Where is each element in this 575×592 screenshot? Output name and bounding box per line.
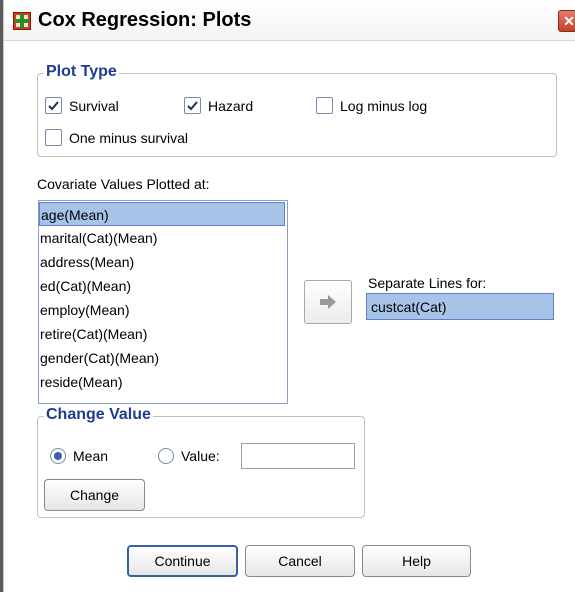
covariate-values-label: Covariate Values Plotted at: bbox=[37, 176, 210, 192]
change-button[interactable]: Change bbox=[44, 479, 145, 511]
log-minus-log-label: Log minus log bbox=[340, 97, 428, 114]
hazard-label: Hazard bbox=[208, 97, 254, 114]
checkmark-icon bbox=[187, 101, 198, 111]
list-item[interactable]: retire(Cat)(Mean) bbox=[39, 322, 285, 346]
help-button[interactable]: Help bbox=[362, 545, 471, 577]
mean-radio-circle[interactable] bbox=[50, 448, 66, 464]
value-radio-circle[interactable] bbox=[158, 448, 174, 464]
mean-radio[interactable]: Mean bbox=[50, 448, 108, 464]
one-minus-survival-label: One minus survival bbox=[69, 129, 189, 146]
change-value-title: Change Value bbox=[44, 406, 153, 424]
survival-label: Survival bbox=[69, 97, 119, 114]
separate-lines-field[interactable]: custcat(Cat) bbox=[366, 293, 554, 320]
list-item[interactable]: address(Mean) bbox=[39, 250, 285, 274]
list-item[interactable]: reside(Mean) bbox=[39, 370, 285, 394]
value-radio-label: Value: bbox=[181, 448, 220, 464]
close-button[interactable]: ✕ bbox=[558, 10, 575, 32]
radio-selected-dot bbox=[54, 452, 62, 460]
window-title: Cox Regression: Plots bbox=[38, 9, 252, 31]
plus-grid-icon bbox=[13, 12, 31, 30]
list-item[interactable]: marital(Cat)(Mean) bbox=[39, 226, 285, 250]
survival-checkbox[interactable]: Survival bbox=[45, 97, 119, 114]
log-minus-log-check-box[interactable] bbox=[316, 97, 333, 114]
hazard-check-box[interactable] bbox=[184, 97, 201, 114]
separate-lines-label: Separate Lines for: bbox=[368, 275, 487, 291]
value-input[interactable] bbox=[241, 443, 355, 469]
list-item[interactable]: ed(Cat)(Mean) bbox=[39, 274, 285, 298]
list-item[interactable]: gender(Cat)(Mean) bbox=[39, 346, 285, 370]
survival-check-box[interactable] bbox=[45, 97, 62, 114]
log-minus-log-checkbox[interactable]: Log minus log bbox=[316, 97, 427, 114]
one-minus-survival-check-box[interactable] bbox=[45, 129, 62, 146]
continue-button[interactable]: Continue bbox=[127, 545, 238, 577]
mean-radio-label: Mean bbox=[73, 448, 109, 464]
value-radio[interactable]: Value: bbox=[158, 448, 220, 464]
hazard-checkbox[interactable]: Hazard bbox=[184, 97, 253, 114]
window-left-border-inner bbox=[3, 0, 4, 592]
plot-type-title: Plot Type bbox=[44, 63, 119, 81]
move-arrow-button[interactable] bbox=[304, 280, 352, 324]
one-minus-survival-checkbox[interactable]: One minus survival bbox=[45, 129, 188, 146]
close-icon: ✕ bbox=[563, 13, 575, 29]
right-arrow-icon bbox=[320, 295, 336, 309]
checkmark-icon bbox=[48, 101, 59, 111]
cox-regression-plots-dialog: Cox Regression: Plots ✕ Plot Type Surviv… bbox=[0, 0, 575, 592]
list-item[interactable]: age(Mean) bbox=[39, 202, 285, 226]
list-item[interactable]: employ(Mean) bbox=[39, 298, 285, 322]
covariate-listbox[interactable]: age(Mean) marital(Cat)(Mean) address(Mea… bbox=[38, 200, 288, 404]
title-bar[interactable]: Cox Regression: Plots bbox=[4, 0, 575, 41]
cancel-button[interactable]: Cancel bbox=[245, 545, 355, 577]
